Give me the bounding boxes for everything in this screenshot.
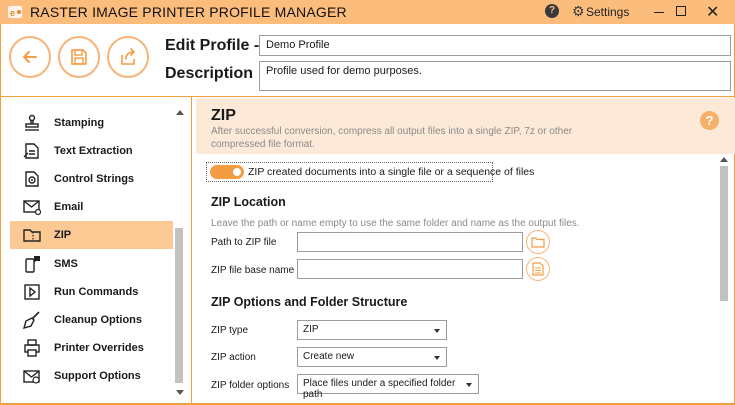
sidebar-item-control-strings[interactable]: Control Strings [10,165,173,193]
close-button[interactable]: ✕ [706,2,719,22]
sidebar-item-support-options[interactable]: Support Options [10,362,173,390]
sidebar-item-label: Cleanup Options [54,314,142,326]
zip-action-select[interactable]: Create new [297,347,447,367]
arrow-left-icon [23,51,37,63]
zip-type-label: ZIP type [211,325,249,336]
sidebar-item-zip[interactable]: ZIP [10,221,173,249]
maximize-button[interactable] [676,6,686,16]
description-label: Description [165,65,254,82]
svg-text:e: e [10,8,15,18]
sms-phone-icon [22,254,42,274]
window-title: RASTER IMAGE PRINTER PROFILE MANAGER [30,4,347,20]
back-button[interactable] [9,36,51,78]
zip-options-heading: ZIP Options and Folder Structure [211,295,408,309]
zip-location-heading: ZIP Location [211,195,286,209]
browse-folder-button[interactable] [526,230,550,254]
settings-button[interactable]: Settings [586,5,629,19]
chevron-down-icon [434,356,440,360]
export-button[interactable] [107,36,149,78]
zip-enable-toggle[interactable] [210,165,244,179]
path-to-zip-input[interactable] [297,232,523,252]
sidebar-item-run-commands[interactable]: Run Commands [10,278,173,306]
run-commands-icon [22,282,42,302]
sidebar-scrollbar-thumb[interactable] [175,228,183,383]
sidebar-item-label: Stamping [54,117,105,129]
profile-name-input[interactable]: Demo Profile [259,35,731,56]
sidebar-item-label: ZIP [54,229,72,241]
sidebar-scroll-up-arrow[interactable] [176,110,184,115]
zip-type-select[interactable]: ZIP [297,320,447,340]
control-strings-icon [22,169,42,189]
sidebar-item-text-extraction[interactable]: Text Extraction [10,137,173,165]
printer-icon [22,338,42,358]
folder-icon [531,237,545,248]
sidebar-item-stamping[interactable]: Stamping [10,109,173,137]
broom-icon [22,310,42,330]
main-scrollbar-thumb[interactable] [720,166,728,301]
text-extraction-icon [22,141,42,161]
profile-description-input[interactable]: Profile used for demo purposes. [259,61,731,91]
app-logo-icon: e [8,6,22,18]
sidebar-item-sms[interactable]: SMS [10,250,173,278]
sidebar-item-email[interactable]: Email [10,193,173,221]
sidebar-item-cleanup-options[interactable]: Cleanup Options [10,306,173,334]
browse-file-button[interactable] [526,257,550,281]
main-scroll-up-arrow[interactable] [720,157,728,162]
sidebar-item-label: Control Strings [54,173,135,185]
sidebar-item-label: Email [54,201,84,213]
sidebar-item-label: Support Options [54,370,141,382]
share-export-icon [121,48,136,65]
help-icon[interactable]: ? [700,111,719,130]
zip-location-note: Leave the path or name empty to use the … [211,218,580,229]
zip-folder-icon [22,225,42,245]
minimize-button[interactable] [648,4,672,20]
help-icon[interactable]: ? [545,4,559,18]
save-button[interactable] [58,36,100,78]
gear-icon[interactable]: ⚙ [572,3,585,20]
section-subtitle: After successful conversion, compress al… [211,126,573,150]
zip-toggle-label: ZIP created documents into a single file… [248,166,535,178]
path-to-zip-label: Path to ZIP file [211,237,277,248]
floppy-disk-icon [71,49,87,65]
sidebar-scroll-down-arrow[interactable] [176,390,184,395]
zip-action-value: Create new [303,351,355,362]
zip-action-label: ZIP action [211,352,256,363]
zip-base-name-label: ZIP file base name [211,265,295,276]
chevron-down-icon [466,383,472,387]
zip-type-value: ZIP [303,324,319,335]
sidebar-item-label: SMS [54,258,78,270]
zip-folder-options-label: ZIP folder options [211,380,290,391]
email-icon [22,197,42,217]
document-icon [532,262,544,276]
edit-profile-label: Edit Profile - [165,37,260,54]
zip-folder-options-select[interactable]: Place files under a specified folder pat… [297,374,479,400]
section-title: ZIP [211,107,236,124]
chevron-down-icon [434,329,440,333]
sidebar-item-label: Printer Overrides [54,342,144,354]
stamp-icon [22,113,42,133]
zip-base-name-input[interactable] [297,259,523,279]
sidebar-item-label: Run Commands [54,286,139,298]
support-icon [22,366,42,386]
sidebar-item-label: Text Extraction [54,145,133,157]
sidebar-item-printer-overrides[interactable]: Printer Overrides [10,334,173,362]
